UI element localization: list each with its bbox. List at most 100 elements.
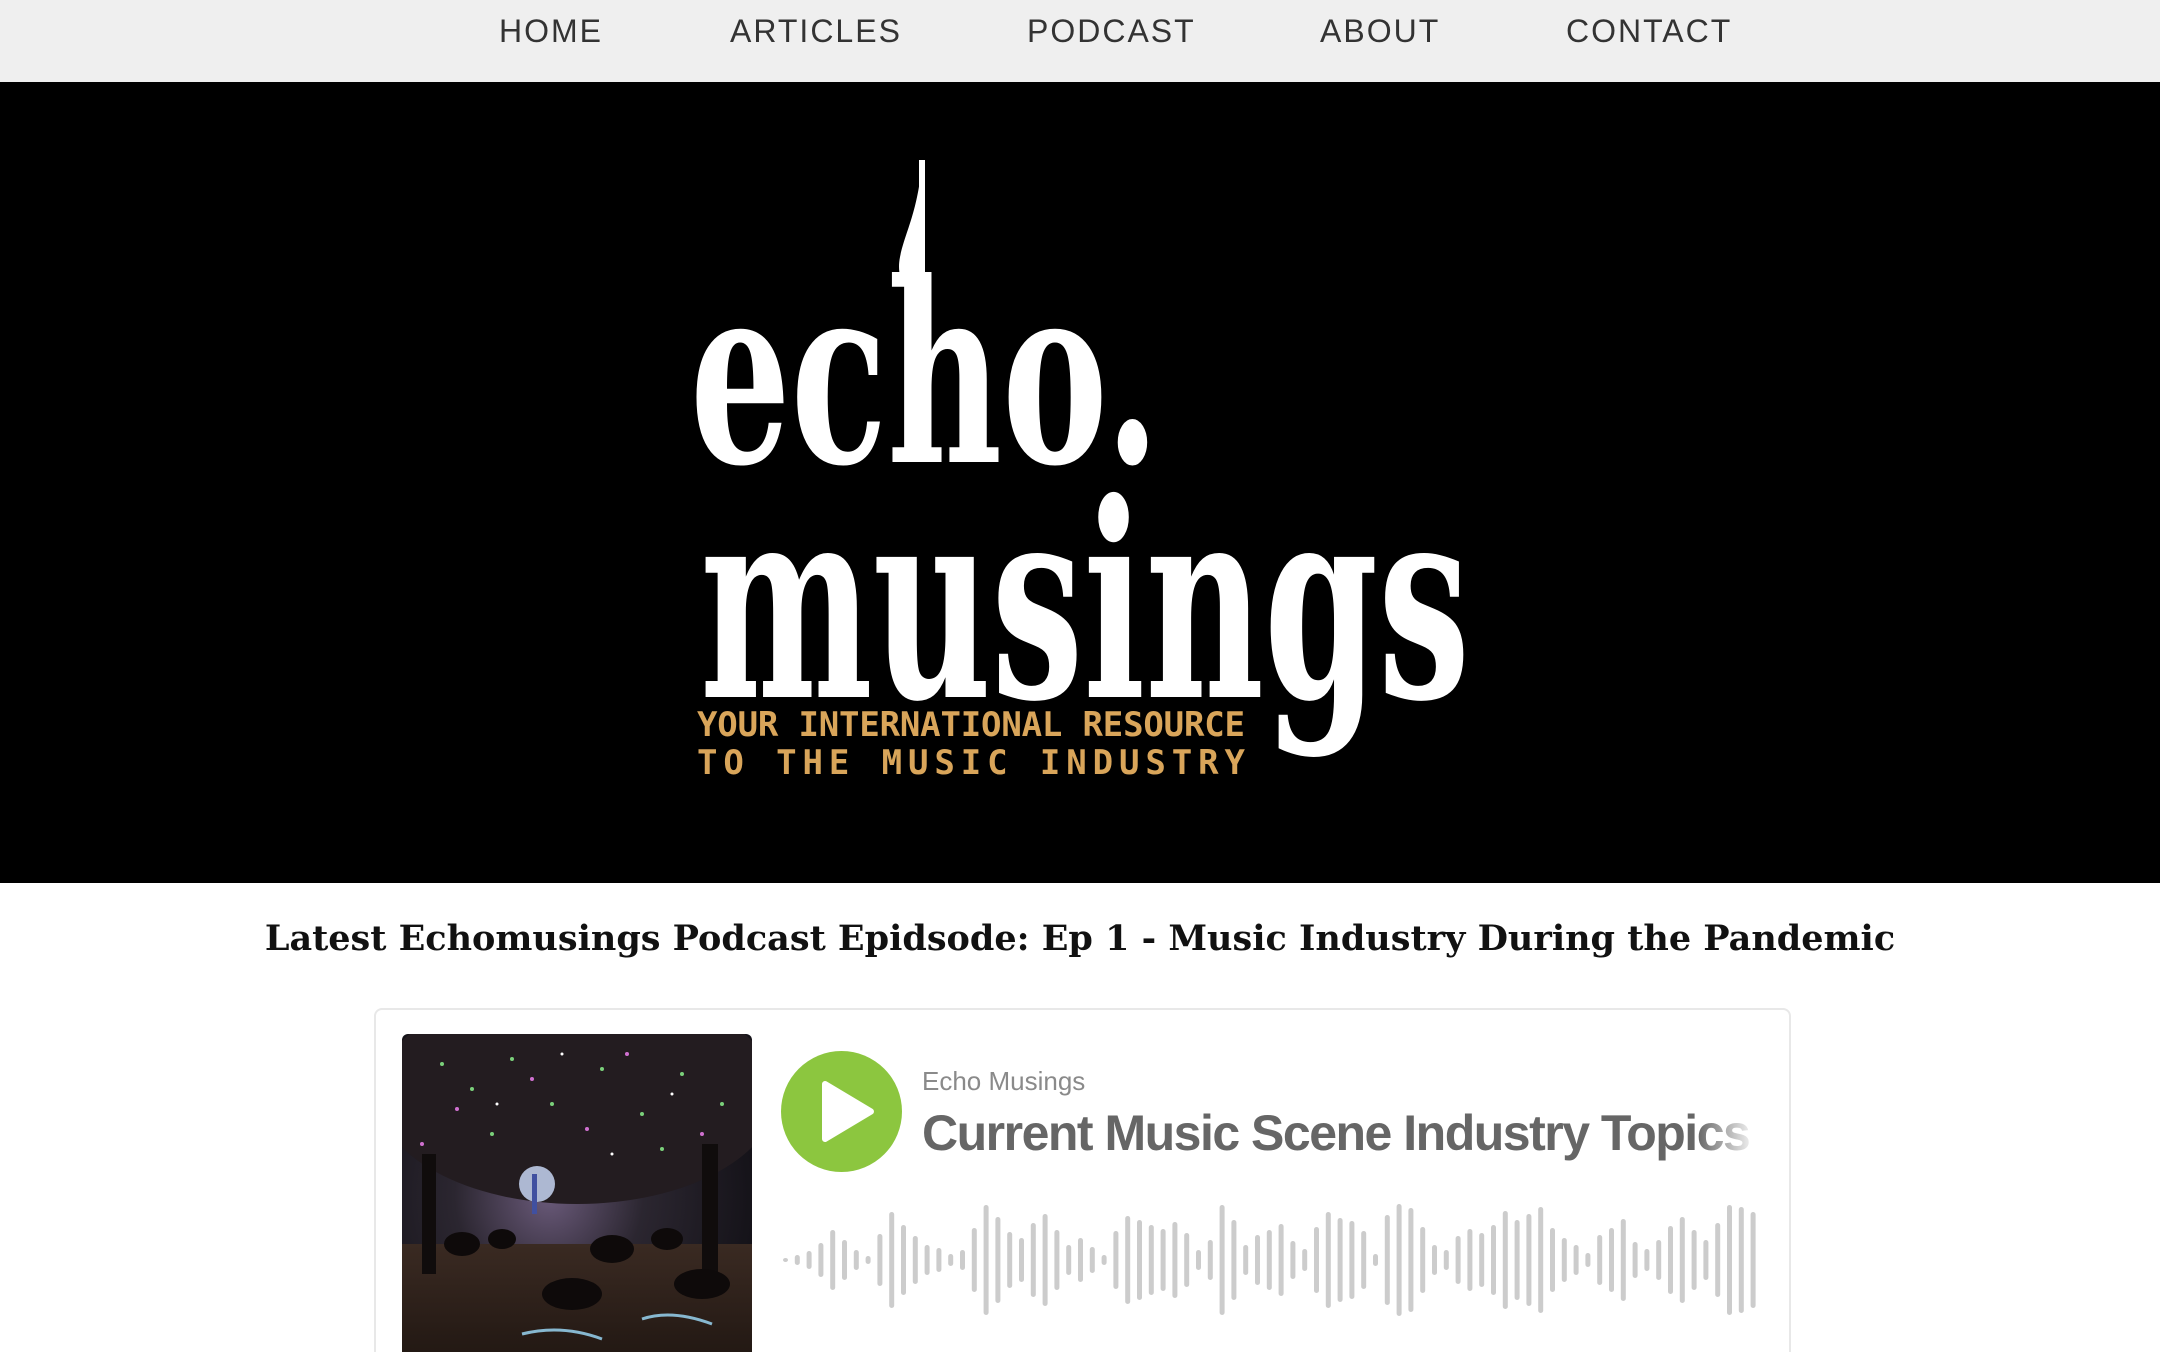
nav-podcast-link[interactable]: PODCAST [1027,0,1196,62]
site-logo: echo. musings YOUR INTERNATIONAL RESOURC… [690,160,1470,783]
waveform-bar [1384,1215,1390,1305]
waveform-bar [783,1258,788,1262]
latest-episode-heading: Latest Echomusings Podcast Epidsode: Ep … [264,918,1896,959]
waveform-bar [1467,1229,1473,1291]
waveform-bar [1691,1230,1697,1290]
waveform-bar [1042,1214,1048,1306]
waveform-bar [948,1254,954,1266]
waveform-bar [1219,1205,1225,1315]
waveform-bar [1502,1211,1508,1309]
waveform-bar [1302,1249,1308,1271]
waveform-bar [806,1251,812,1269]
nav-contact-link[interactable]: CONTACT [1566,0,1732,62]
podcast-show-name: Echo Musings [922,1066,1086,1096]
waveform-bar [1290,1241,1296,1279]
waveform-bar [1030,1223,1036,1297]
waveform-bar [1019,1238,1024,1282]
nav-articles-link[interactable]: ARTICLES [730,0,902,62]
waveform-bar [1561,1238,1567,1282]
waveform-bar [1054,1230,1060,1290]
nav-about-link[interactable]: ABOUT [1320,0,1440,62]
waveform-bar [1408,1208,1414,1312]
title-fade [1697,1098,1757,1168]
waveform-bar [1585,1253,1591,1267]
waveform-bar [1644,1249,1650,1271]
nav-home-link[interactable]: HOME [499,0,603,62]
waveform-bar [1078,1238,1083,1282]
waveform-bar [971,1228,977,1292]
waveform-bar [1231,1220,1237,1300]
waveform-bar [1620,1219,1626,1301]
waveform-bar [901,1225,906,1295]
waveform-bar [1514,1220,1520,1300]
waveform-bar [1420,1227,1426,1293]
page: HOME ARTICLES PODCAST ABOUT CONTACT echo… [0,0,2160,1352]
waveform-bar [1727,1205,1732,1315]
waveform-bar [1396,1204,1402,1316]
waveform-bar [830,1230,836,1290]
waveform-bar [853,1250,859,1270]
audio-waveform[interactable] [781,1195,1771,1325]
waveform-bar [983,1205,989,1315]
waveform-bar [1432,1245,1437,1275]
waveform-bar [1373,1254,1378,1266]
waveform-bar [1361,1231,1367,1289]
waveform-bar [1632,1242,1638,1278]
waveform-bar [1526,1214,1532,1306]
waveform-bar [1679,1217,1685,1303]
waveform-bar [1184,1233,1190,1287]
waveform-bar [1243,1245,1249,1275]
waveform-bar [912,1236,918,1284]
waveform-bar [1325,1212,1331,1308]
waveform-bar [1479,1233,1485,1287]
waveform-bar [1550,1228,1555,1292]
waveform-bar [1337,1218,1343,1302]
episode-title: Current Music Scene Industry Topics - [922,1105,1757,1161]
waveform-bar [865,1256,871,1264]
logo-tagline-line2: TO THE MUSIC INDUSTRY [697,743,1246,783]
podcast-player: Echo Musings Current Music Scene Industr… [374,1008,1791,1352]
waveform-bar [995,1217,1001,1303]
waveform-bar [1738,1207,1744,1313]
waveform-bar [936,1248,942,1272]
logo-tagline-line1: YOUR INTERNATIONAL RESOURCE [697,705,1245,745]
waveform-bar [924,1245,930,1275]
waveform-bar [889,1212,895,1308]
waveform-bar [1455,1236,1461,1284]
waveform-bar [1101,1255,1107,1265]
waveform-bar [877,1234,883,1286]
episode-cover-image [402,1034,752,1352]
waveform-bar [1750,1212,1756,1308]
waveform-bar [1703,1240,1709,1280]
play-button[interactable] [781,1051,902,1172]
waveform-bar [1196,1250,1201,1270]
waveform-bar [1668,1226,1673,1294]
waveform-bar [1160,1229,1166,1291]
top-nav: HOME ARTICLES PODCAST ABOUT CONTACT [0,0,2160,82]
waveform-bar [960,1250,965,1270]
waveform-bar [1656,1240,1662,1280]
waveform-bar [1715,1223,1721,1297]
waveform-bar [1113,1231,1119,1289]
waveform-bar [1148,1225,1154,1295]
waveform-bar [1609,1228,1614,1292]
waveform-bar [1066,1245,1072,1275]
waveform-bar [1443,1250,1449,1270]
waveform-bar [1089,1247,1095,1273]
hero-banner: echo. musings YOUR INTERNATIONAL RESOURC… [0,82,2160,883]
waveform-bar [1597,1235,1603,1285]
play-icon [822,1081,874,1142]
waveform-bar [842,1240,847,1280]
waveform-bar [1538,1207,1544,1313]
waveform-bar [1491,1225,1496,1295]
waveform-bar [1255,1235,1260,1285]
waveform-bar [818,1243,824,1277]
waveform-bar [1314,1227,1319,1293]
episode-title-container: Current Music Scene Industry Topics - [922,1098,1757,1168]
waveform-bar [1278,1224,1284,1296]
waveform-bar [1573,1245,1579,1275]
waveform-bar [1125,1216,1131,1304]
waveform-bar [1007,1232,1013,1288]
waveform-bars [783,1204,1756,1316]
waveform-bar [1137,1220,1142,1300]
